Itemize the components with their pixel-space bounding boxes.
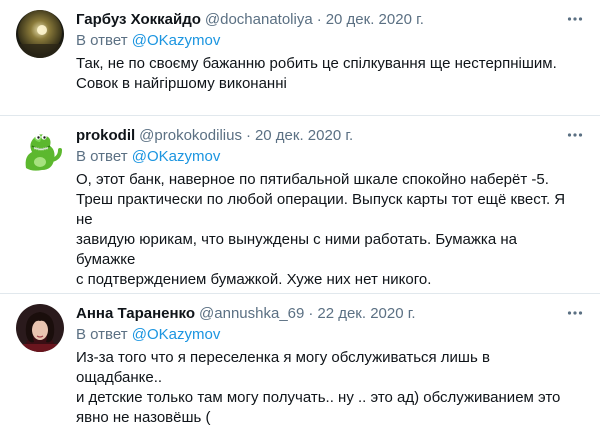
more-horizontal-icon <box>567 311 583 315</box>
tweet-date[interactable]: 20 дек. 2020 г. <box>326 10 424 30</box>
more-horizontal-icon <box>567 133 583 137</box>
reply-feed: Гарбуз Хоккайдо @dochanatoliya · 20 дек.… <box>0 0 600 446</box>
author-name[interactable]: prokodil <box>76 126 135 146</box>
tweet-date[interactable]: 22 дек. 2020 г. <box>317 304 415 324</box>
more-options-button[interactable] <box>566 126 584 144</box>
reply-prefix: В ответ <box>76 326 128 343</box>
reply-mention-link[interactable]: @OKazymov <box>132 148 221 165</box>
tweet[interactable]: Анна Тараненко @annushka_69 · 22 дек. 20… <box>0 294 600 446</box>
avatar[interactable] <box>16 304 64 352</box>
reply-mention-link[interactable]: @OKazymov <box>132 326 221 343</box>
author-name[interactable]: Гарбуз Хоккайдо <box>76 10 201 30</box>
tweet[interactable]: Гарбуз Хоккайдо @dochanatoliya · 20 дек.… <box>0 0 600 116</box>
separator-dot: · <box>308 305 314 322</box>
author-handle[interactable]: @annushka_69 <box>199 304 304 324</box>
avatar[interactable] <box>16 10 64 58</box>
author-handle[interactable]: @dochanatoliya <box>205 10 313 30</box>
tweet-date[interactable]: 20 дек. 2020 г. <box>255 126 353 146</box>
reply-prefix: В ответ <box>76 32 128 49</box>
more-options-button[interactable] <box>566 10 584 28</box>
reply-context: В ответ @OKazymov <box>76 147 570 167</box>
separator-dot: · <box>245 127 251 144</box>
tweet-text: Из-за того что я переселенка я могу обсл… <box>76 349 561 426</box>
more-horizontal-icon <box>567 17 583 21</box>
author-name[interactable]: Анна Тараненко <box>76 304 195 324</box>
author-handle[interactable]: @prokokodilius <box>139 126 242 146</box>
tweet-text: Так, не по своєму бажанню робить це спіл… <box>76 55 557 92</box>
separator-dot: · <box>316 11 322 28</box>
reply-context: В ответ @OKazymov <box>76 325 570 345</box>
reply-prefix: В ответ <box>76 148 128 165</box>
more-options-button[interactable] <box>566 304 584 322</box>
reply-context: В ответ @OKazymov <box>76 31 570 51</box>
tweet[interactable]: prokodil @prokokodilius · 20 дек. 2020 г… <box>0 116 600 294</box>
reply-mention-link[interactable]: @OKazymov <box>132 32 221 49</box>
tweet-text: О, этот банк, наверное по пятибальной шк… <box>76 171 566 288</box>
avatar[interactable] <box>16 126 64 174</box>
